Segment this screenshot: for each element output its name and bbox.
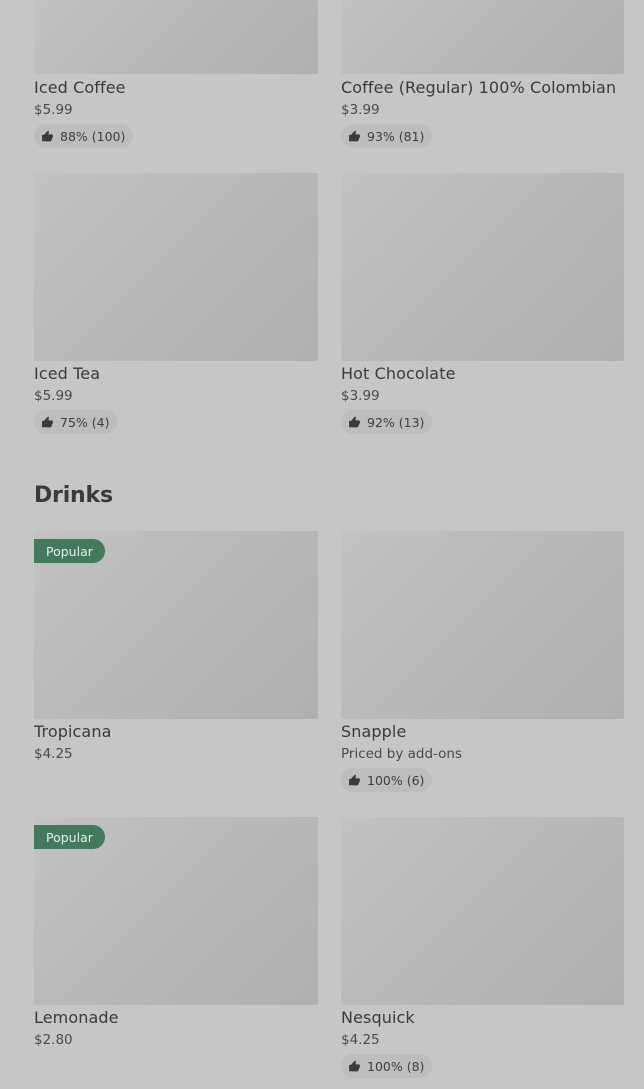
menu-item-card[interactable]: Iced Tea $5.99 75% (4): [34, 173, 318, 435]
rating-pill: 100% (8): [341, 1054, 433, 1078]
item-image: [341, 531, 624, 719]
item-price: $3.99: [341, 388, 380, 404]
rating-pill: 100% (6): [341, 768, 433, 792]
item-name: Coffee (Regular) 100% Colombian: [341, 78, 617, 97]
item-name: Lemonade: [34, 1008, 119, 1027]
menu-item-card[interactable]: Coffee (Regular) 100% Colombian $3.99 93…: [341, 0, 624, 150]
item-image: [341, 0, 624, 74]
popular-badge: Popular: [34, 539, 105, 563]
menu-item-card[interactable]: Snapple Priced by add-ons 100% (6): [341, 531, 624, 793]
item-name: Iced Tea: [34, 364, 101, 383]
item-price: $5.99: [34, 102, 73, 118]
item-image: [341, 817, 624, 1005]
menu-item-card[interactable]: Iced Coffee $5.99 88% (100): [34, 0, 318, 150]
item-price: $2.80: [34, 1032, 73, 1048]
rating-text: 92% (13): [367, 414, 425, 430]
item-image: [341, 173, 624, 361]
thumbs-up-icon: [348, 1060, 361, 1073]
item-image: [34, 173, 318, 361]
rating-pill: 93% (81): [341, 124, 433, 148]
menu-item-card[interactable]: Popular Tropicana $4.25: [34, 531, 318, 771]
item-price: Priced by add-ons: [341, 746, 463, 762]
item-price: $5.99: [34, 388, 73, 404]
menu-item-card[interactable]: Hot Chocolate $3.99 92% (13): [341, 173, 624, 435]
thumbs-up-icon: [41, 416, 54, 429]
thumbs-up-icon: [348, 416, 361, 429]
menu-item-card[interactable]: Popular Lemonade $2.80: [34, 817, 318, 1057]
section-title-drinks: Drinks: [34, 483, 113, 508]
thumbs-up-icon: [348, 130, 361, 143]
thumbs-up-icon: [41, 130, 54, 143]
item-name: Hot Chocolate: [341, 364, 456, 383]
item-price: $4.25: [34, 746, 73, 762]
thumbs-up-icon: [348, 774, 361, 787]
rating-pill: 88% (100): [34, 124, 134, 148]
item-name: Nesquick: [341, 1008, 415, 1027]
item-price: $3.99: [341, 102, 380, 118]
rating-text: 93% (81): [367, 128, 425, 144]
rating-text: 100% (8): [367, 1058, 425, 1074]
item-name: Tropicana: [34, 722, 112, 741]
item-image: [34, 0, 318, 74]
item-name: Iced Coffee: [34, 78, 126, 97]
popular-badge: Popular: [34, 825, 105, 849]
rating-text: 88% (100): [60, 128, 126, 144]
rating-pill: 75% (4): [34, 410, 118, 434]
item-price: $4.25: [341, 1032, 380, 1048]
item-name: Snapple: [341, 722, 407, 741]
menu-item-card[interactable]: Nesquick $4.25 100% (8): [341, 817, 624, 1079]
rating-text: 100% (6): [367, 772, 425, 788]
rating-pill: 92% (13): [341, 410, 433, 434]
rating-text: 75% (4): [60, 414, 110, 430]
